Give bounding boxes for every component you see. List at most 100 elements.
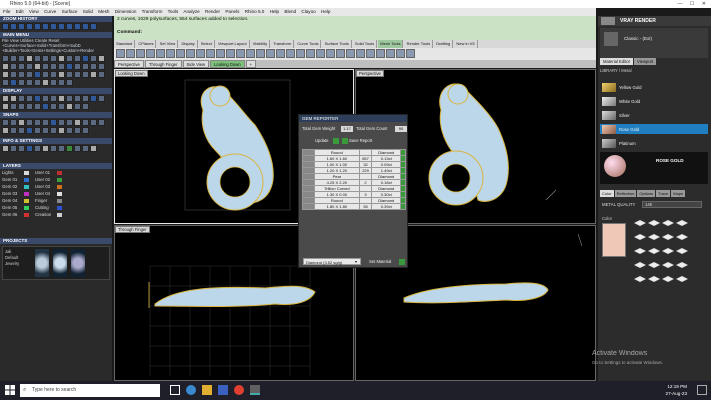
toolbar-button[interactable] bbox=[276, 49, 285, 58]
material-select[interactable]: Diamond (3.52 sg/g) bbox=[303, 258, 361, 265]
preset-name[interactable]: Classic - (Ext) bbox=[624, 36, 652, 41]
tab-standard[interactable]: Standard bbox=[114, 40, 136, 48]
tab-cplanes[interactable]: CPlanes bbox=[136, 40, 157, 48]
layer-row[interactable]: Gem 03 User 04 bbox=[2, 191, 62, 196]
toolbar-button[interactable] bbox=[146, 49, 155, 58]
task-view-icon[interactable] bbox=[170, 385, 180, 395]
tool-icon[interactable] bbox=[34, 71, 41, 78]
add-viewport-tab-button[interactable]: + bbox=[245, 60, 257, 68]
snap-icon[interactable] bbox=[2, 119, 9, 126]
snap-icon[interactable] bbox=[34, 119, 41, 126]
toolbar-button[interactable] bbox=[186, 49, 195, 58]
tool-icon[interactable] bbox=[42, 79, 49, 86]
menu-clayoo[interactable]: Clayoo bbox=[301, 9, 315, 14]
layer-color-swatch[interactable] bbox=[24, 198, 29, 203]
display-mode-icon[interactable] bbox=[2, 95, 9, 102]
toolbar-button[interactable] bbox=[316, 49, 325, 58]
menu-mesh[interactable]: Mesh bbox=[98, 9, 109, 14]
layer-color-swatch[interactable] bbox=[57, 184, 62, 189]
snap-icon[interactable] bbox=[26, 127, 33, 134]
update-button[interactable] bbox=[333, 138, 339, 144]
layer-row[interactable]: Gem 01 User 02 bbox=[2, 177, 62, 182]
display-mode-icon[interactable] bbox=[50, 95, 57, 102]
tab-viewport-layout[interactable]: Viewport Layout bbox=[216, 40, 250, 48]
info-icon[interactable] bbox=[18, 145, 25, 152]
layer-color-swatch[interactable] bbox=[24, 170, 29, 175]
toolbar-button[interactable] bbox=[246, 49, 255, 58]
snap-icon[interactable] bbox=[18, 127, 25, 134]
snap-icon[interactable] bbox=[66, 127, 73, 134]
display-mode-icon[interactable] bbox=[18, 95, 25, 102]
tab-new-in-v5[interactable]: New in V5 bbox=[454, 40, 478, 48]
zoom-tool[interactable] bbox=[34, 23, 41, 30]
layer-color-swatch[interactable] bbox=[57, 212, 62, 217]
tool-icon[interactable] bbox=[98, 63, 105, 70]
tab-set-view[interactable]: Set View bbox=[158, 40, 179, 48]
zoom-tool[interactable] bbox=[26, 23, 33, 30]
tool-icon[interactable] bbox=[18, 63, 25, 70]
tool-icon[interactable] bbox=[42, 63, 49, 70]
tool-icon[interactable] bbox=[74, 71, 81, 78]
material-preview-icon[interactable] bbox=[604, 32, 618, 46]
tool-icon[interactable] bbox=[66, 63, 73, 70]
snap-icon[interactable] bbox=[10, 119, 17, 126]
zoom-history-header[interactable]: ZOOM HISTORY bbox=[0, 16, 112, 22]
toolbar-button[interactable] bbox=[266, 49, 275, 58]
display-mode-icon[interactable] bbox=[18, 103, 25, 110]
toolbar-button[interactable] bbox=[236, 49, 245, 58]
menu-file[interactable]: File bbox=[3, 9, 10, 14]
tab-trace[interactable]: Trace bbox=[656, 190, 671, 197]
info-settings-header[interactable]: INFO & SETTINGS bbox=[0, 138, 112, 144]
info-icon[interactable] bbox=[50, 145, 57, 152]
tool-icon[interactable] bbox=[90, 55, 97, 62]
tool-icon[interactable] bbox=[34, 79, 41, 86]
tab-viewport[interactable]: Viewport bbox=[634, 58, 657, 65]
tool-icon[interactable] bbox=[18, 71, 25, 78]
toolbar-button[interactable] bbox=[306, 49, 315, 58]
menu-render[interactable]: Render bbox=[205, 9, 220, 14]
display-header[interactable]: DISPLAY bbox=[0, 88, 112, 94]
toolbar-button[interactable] bbox=[356, 49, 365, 58]
tool-icon[interactable] bbox=[26, 79, 33, 86]
windows-start-icon[interactable] bbox=[5, 385, 15, 395]
zoom-tool[interactable] bbox=[90, 23, 97, 30]
tool-icon[interactable] bbox=[2, 79, 9, 86]
tool-icon[interactable] bbox=[90, 71, 97, 78]
material-item[interactable]: Yellow Gold bbox=[600, 82, 708, 92]
project-thumbnail[interactable] bbox=[35, 249, 49, 277]
toolbar-button[interactable] bbox=[156, 49, 165, 58]
tab-material-editor[interactable]: Material Editor bbox=[600, 58, 633, 65]
tool-icon[interactable] bbox=[10, 79, 17, 86]
toolbar-button[interactable] bbox=[116, 49, 125, 58]
projects-header[interactable]: PROJECTS bbox=[0, 238, 112, 244]
tab-color[interactable]: Color bbox=[600, 190, 614, 197]
tool-icon[interactable] bbox=[98, 71, 105, 78]
tab-reflection[interactable]: Reflection bbox=[614, 190, 637, 197]
tool-icon[interactable] bbox=[50, 63, 57, 70]
menu-surface[interactable]: Surface bbox=[62, 9, 78, 14]
snap-icon[interactable] bbox=[58, 119, 65, 126]
tool-icon[interactable] bbox=[10, 71, 17, 78]
display-mode-icon[interactable] bbox=[74, 103, 81, 110]
snap-icon[interactable] bbox=[34, 127, 41, 134]
layer-color-swatch[interactable] bbox=[57, 198, 62, 203]
layer-color-swatch[interactable] bbox=[24, 177, 29, 182]
layer-color-swatch[interactable] bbox=[57, 191, 62, 196]
menu-help[interactable]: Help bbox=[270, 9, 279, 14]
tab-through-finger[interactable]: Through Finger bbox=[144, 60, 182, 68]
tool-icon[interactable] bbox=[58, 63, 65, 70]
metal-quality-select[interactable]: 14K bbox=[642, 201, 702, 208]
store-icon[interactable] bbox=[218, 385, 228, 395]
project-thumbnail[interactable] bbox=[53, 249, 67, 277]
rhino-app-icon[interactable] bbox=[250, 385, 260, 395]
edge-icon[interactable] bbox=[186, 385, 196, 395]
layer-row[interactable]: Gem 02 User 03 bbox=[2, 184, 62, 189]
display-mode-icon[interactable] bbox=[58, 95, 65, 102]
snaps-header[interactable]: SNAPS bbox=[0, 112, 112, 118]
tab-surface-tools[interactable]: Surface Tools bbox=[323, 40, 352, 48]
toolbar-button[interactable] bbox=[336, 49, 345, 58]
display-mode-icon[interactable] bbox=[26, 95, 33, 102]
tool-icon[interactable] bbox=[2, 71, 9, 78]
toolbar-button[interactable] bbox=[286, 49, 295, 58]
tool-icon[interactable] bbox=[18, 55, 25, 62]
